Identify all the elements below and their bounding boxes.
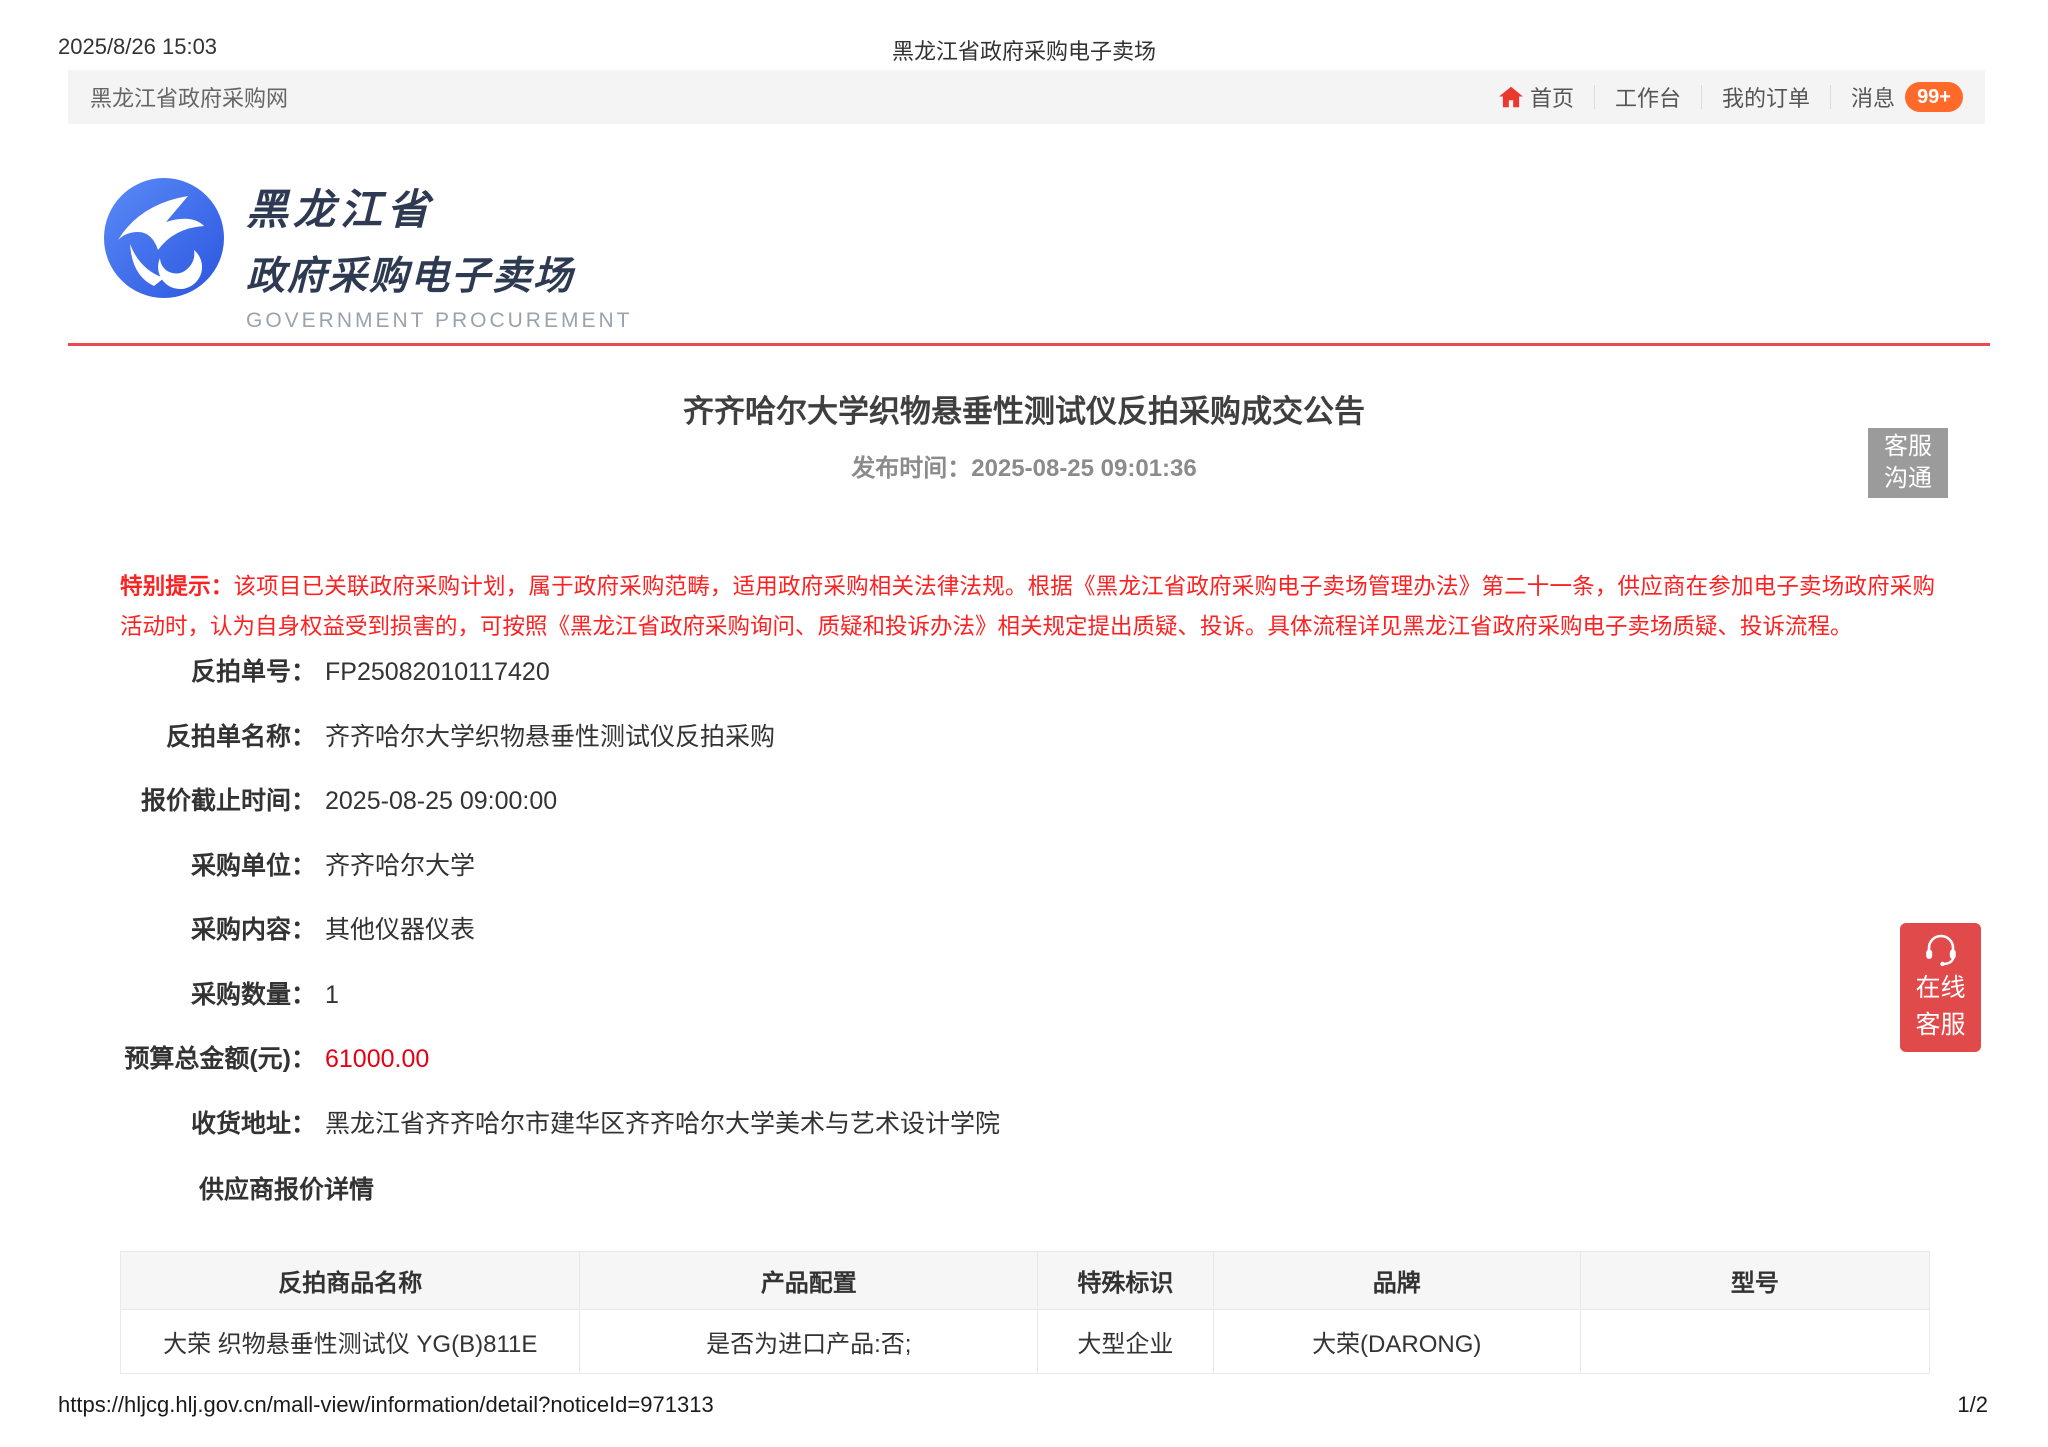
- field-value: 2025-08-25 09:00:00: [325, 787, 557, 816]
- headset-icon: [1923, 932, 1959, 966]
- supplier-quote-table: 反拍商品名称 产品配置 特殊标识 品牌 型号 大荣 织物悬垂性测试仪 YG(B)…: [120, 1251, 1930, 1374]
- field-label: 采购内容：: [0, 910, 316, 946]
- field-row-budget-total: 预算总金额(元)： 61000.00: [0, 1039, 2048, 1104]
- page-title: 齐齐哈尔大学织物悬垂性测试仪反拍采购成交公告: [0, 386, 2048, 431]
- home-icon: [1498, 84, 1524, 110]
- nav-item-label: 我的订单: [1722, 81, 1810, 113]
- col-header-special-mark: 特殊标识: [1038, 1252, 1213, 1310]
- cell-product-config: 是否为进口产品:否;: [580, 1310, 1038, 1374]
- cell-model: [1580, 1310, 1929, 1374]
- field-value: 齐齐哈尔大学织物悬垂性测试仪反拍采购: [325, 717, 775, 753]
- budget-total-value: 61000.00: [325, 1045, 429, 1074]
- field-label: 报价截止时间：: [0, 781, 316, 817]
- nav-item-label: 消息: [1851, 81, 1895, 113]
- logo-text: 黑龙江省 政府采购电子卖场 GOVERNMENT PROCUREMENT: [246, 174, 632, 333]
- print-footer-url: https://hljcg.hlj.gov.cn/mall-view/infor…: [58, 1392, 714, 1418]
- col-header-product-name: 反拍商品名称: [121, 1252, 580, 1310]
- publish-time-line: 发布时间：2025-08-25 09:01:36: [0, 448, 2048, 483]
- table-header-row: 反拍商品名称 产品配置 特殊标识 品牌 型号: [121, 1252, 1930, 1310]
- field-label: 采购数量：: [0, 975, 316, 1011]
- table-row: 大荣 织物悬垂性测试仪 YG(B)811E 是否为进口产品:否; 大型企业 大荣…: [121, 1310, 1930, 1374]
- field-row-reverse-auction-no: 反拍单号： FP25082010117420: [0, 652, 2048, 717]
- service-chat-line2: 沟通: [1884, 463, 1932, 495]
- dragon-swoosh-logo-icon: [100, 174, 228, 302]
- field-label: 收货地址：: [0, 1104, 316, 1140]
- cell-special-mark: 大型企业: [1038, 1310, 1213, 1374]
- col-header-model: 型号: [1580, 1252, 1929, 1310]
- nav-item-workbench[interactable]: 工作台: [1595, 81, 1701, 113]
- field-value: 黑龙江省齐齐哈尔市建华区齐齐哈尔大学美术与艺术设计学院: [325, 1104, 1000, 1140]
- logo-line2: 政府采购电子卖场: [246, 245, 632, 301]
- notice-fields: 反拍单号： FP25082010117420 反拍单名称： 齐齐哈尔大学织物悬垂…: [0, 652, 2048, 1168]
- online-service-line1: 在线: [1915, 970, 1965, 1006]
- field-value: 齐齐哈尔大学: [325, 846, 475, 882]
- nav-item-home[interactable]: 首页: [1478, 81, 1594, 113]
- field-row-quote-deadline: 报价截止时间： 2025-08-25 09:00:00: [0, 781, 2048, 846]
- field-row-purchase-content: 采购内容： 其他仪器仪表: [0, 910, 2048, 975]
- customer-service-chat-button[interactable]: 客服 沟通: [1868, 428, 1948, 498]
- col-header-brand: 品牌: [1213, 1252, 1580, 1310]
- field-row-purchaser: 采购单位： 齐齐哈尔大学: [0, 846, 2048, 911]
- field-label: 反拍单号：: [0, 652, 316, 688]
- print-footer-page-indicator: 1/2: [1957, 1392, 1988, 1418]
- special-notice-label: 特别提示：: [120, 574, 233, 599]
- logo-line1: 黑龙江省: [246, 176, 632, 237]
- publish-time-value: 2025-08-25 09:01:36: [971, 455, 1197, 482]
- red-divider: [68, 343, 1990, 346]
- top-navbar: 黑龙江省政府采购网 首页 工作台 我的订单 消息 99+: [68, 70, 1985, 124]
- online-service-float-button[interactable]: 在线 客服: [1900, 923, 1981, 1052]
- nav-item-my-orders[interactable]: 我的订单: [1702, 81, 1830, 113]
- nav-item-label: 首页: [1530, 81, 1574, 113]
- cell-product-name: 大荣 织物悬垂性测试仪 YG(B)811E: [121, 1310, 580, 1374]
- col-header-product-config: 产品配置: [580, 1252, 1038, 1310]
- field-label: 采购单位：: [0, 846, 316, 882]
- print-doc-title: 黑龙江省政府采购电子卖场: [0, 34, 2048, 66]
- nav-right: 首页 工作台 我的订单 消息 99+: [1478, 81, 1963, 113]
- supplier-quote-section-heading: 供应商报价详情: [199, 1170, 374, 1206]
- field-row-delivery-address: 收货地址： 黑龙江省齐齐哈尔市建华区齐齐哈尔大学美术与艺术设计学院: [0, 1104, 2048, 1169]
- message-count-badge[interactable]: 99+: [1905, 82, 1963, 112]
- field-value: FP25082010117420: [325, 658, 550, 687]
- nav-item-messages[interactable]: 消息 99+: [1831, 81, 1963, 113]
- special-notice-text: 该项目已关联政府采购计划，属于政府采购范畴，适用政府采购相关法律法规。根据《黑龙…: [120, 574, 1935, 639]
- service-chat-line1: 客服: [1884, 431, 1932, 463]
- field-label: 预算总金额(元)：: [0, 1039, 316, 1075]
- publish-time-label: 发布时间：: [851, 455, 971, 482]
- field-value: 1: [325, 981, 339, 1010]
- online-service-line2: 客服: [1915, 1007, 1965, 1043]
- field-value: 其他仪器仪表: [325, 910, 475, 946]
- cell-brand: 大荣(DARONG): [1213, 1310, 1580, 1374]
- site-name[interactable]: 黑龙江省政府采购网: [90, 81, 288, 113]
- nav-item-label: 工作台: [1615, 81, 1681, 113]
- site-logo[interactable]: 黑龙江省 政府采购电子卖场 GOVERNMENT PROCUREMENT: [100, 174, 632, 333]
- special-notice: 特别提示：该项目已关联政府采购计划，属于政府采购范畴，适用政府采购相关法律法规。…: [120, 567, 1935, 647]
- logo-line3: GOVERNMENT PROCUREMENT: [246, 309, 632, 333]
- field-row-quantity: 采购数量： 1: [0, 975, 2048, 1040]
- field-row-reverse-auction-name: 反拍单名称： 齐齐哈尔大学织物悬垂性测试仪反拍采购: [0, 717, 2048, 782]
- field-label: 反拍单名称：: [0, 717, 316, 753]
